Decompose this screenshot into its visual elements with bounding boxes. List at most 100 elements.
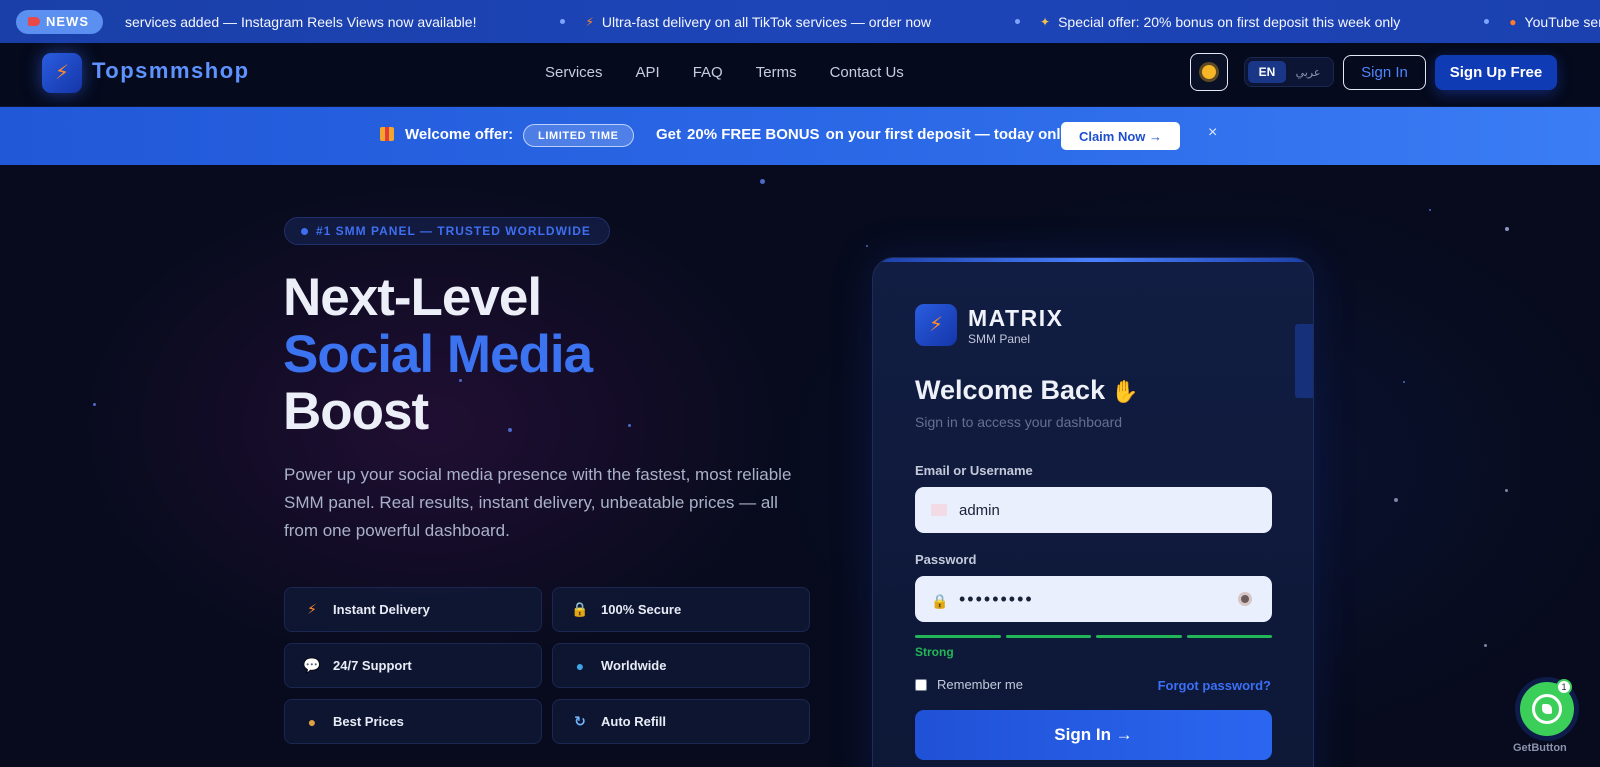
promo-lead: Welcome offer:: [405, 126, 514, 143]
star-decoration: [508, 428, 512, 432]
speech-bubble-icon: 💬: [303, 657, 321, 673]
login-submit-button[interactable]: Sign In →: [915, 710, 1272, 760]
ticker-item-text: Ultra-fast delivery on all TikTok servic…: [601, 13, 932, 30]
star-decoration: [628, 424, 631, 427]
user-icon: [931, 504, 947, 516]
signin-button[interactable]: Sign In: [1343, 55, 1426, 90]
hero-title-line1: Next-Level: [283, 268, 542, 327]
login-title-text: Welcome Back: [915, 375, 1106, 405]
feature-worldwide: ● Worldwide: [552, 643, 810, 688]
password-value: •••••••••: [959, 588, 1034, 609]
theme-toggle-button[interactable]: [1190, 53, 1228, 91]
star-decoration: [1505, 227, 1509, 231]
star-decoration: [93, 403, 96, 406]
email-field[interactable]: admin: [915, 487, 1272, 533]
promo-text-before: Get: [656, 126, 682, 143]
promo-banner: Welcome offer: LIMITED TIME Get 20% FREE …: [0, 107, 1600, 165]
nav-link-terms[interactable]: Terms: [756, 64, 797, 81]
refresh-icon: ↻: [574, 713, 586, 729]
sun-icon: [1202, 65, 1216, 79]
nav-link-services[interactable]: Services: [545, 64, 603, 81]
lock-icon: 🔒: [571, 601, 589, 617]
card-logo-mark: ⚡: [915, 304, 957, 346]
promo-text-after: on your first deposit — today only!: [825, 126, 1074, 143]
strength-segment: [915, 635, 1001, 638]
language-switcher: EN عربي: [1244, 57, 1334, 87]
promo-text: Get 20% FREE BONUS on your first deposit —…: [656, 126, 1074, 143]
card-edge-decoration: [1295, 324, 1313, 398]
hero-description: Power up your social media presence with…: [284, 465, 792, 540]
notification-badge: 1: [1556, 679, 1572, 695]
promo-highlight: 20% FREE BONUS: [687, 126, 820, 143]
star-decoration: [1403, 381, 1405, 383]
ticker-item-text: services added — Instagram Reels Views n…: [125, 13, 477, 30]
hero-badge-label: #1 SMM PANEL — TRUSTED WORLDWIDE: [316, 224, 591, 238]
fire-icon: ●: [1509, 14, 1517, 29]
feature-label: 100% Secure: [601, 602, 682, 617]
star-decoration: [1429, 209, 1431, 211]
news-badge-label: NEWS: [46, 14, 89, 29]
brand-name[interactable]: Topsmmshop: [92, 58, 250, 84]
feature-label: 24/7 Support: [333, 658, 412, 673]
star-decoration: [1484, 644, 1487, 647]
ticker-item: ⚡ Ultra-fast delivery on all TikTok serv…: [585, 14, 931, 30]
strength-segment: [1096, 635, 1182, 638]
eye-icon[interactable]: [1238, 592, 1252, 606]
nav-link-api[interactable]: API: [636, 64, 660, 81]
feature-support: 💬 24/7 Support: [284, 643, 542, 688]
lightning-icon: ⚡: [54, 62, 70, 84]
password-label: Password: [915, 552, 977, 567]
remember-label: Remember me: [937, 677, 1023, 692]
lock-icon: 🔒: [931, 593, 949, 609]
password-strength-label: Strong: [915, 645, 954, 659]
waving-hand-icon: ✋: [1111, 379, 1139, 404]
password-field[interactable]: 🔒 •••••••••: [915, 576, 1272, 622]
hero-section: #1 SMM PANEL — TRUSTED WORLDWIDE Next-Le…: [0, 165, 1600, 767]
getbutton-label[interactable]: GetButton: [1513, 742, 1567, 754]
badge-dot-icon: [301, 227, 308, 235]
ticker-separator: [1015, 19, 1021, 24]
hero-title-line3: Boost: [283, 382, 429, 441]
claim-now-button[interactable]: Claim Now →: [1061, 122, 1180, 150]
feature-secure: 🔒 100% Secure: [552, 587, 810, 632]
lightning-icon: ⚡: [928, 314, 944, 336]
card-brand-name: MATRIX: [968, 305, 1064, 331]
star-decoration: [1505, 489, 1508, 492]
lang-en-button[interactable]: EN: [1248, 61, 1286, 83]
close-icon[interactable]: ×: [1208, 124, 1217, 142]
feature-best-prices: ● Best Prices: [284, 699, 542, 744]
forgot-password-link[interactable]: Forgot password?: [1158, 678, 1271, 693]
email-value: admin: [959, 501, 1000, 519]
nav-links: Services API FAQ Terms Contact Us: [545, 64, 904, 81]
nav-link-contact[interactable]: Contact Us: [830, 64, 904, 81]
feature-label: Best Prices: [333, 714, 404, 729]
promo-pill: LIMITED TIME: [523, 124, 634, 147]
star-decoration: [1394, 498, 1398, 502]
star-decoration: [760, 179, 765, 184]
main-navbar: ⚡ Topsmmshop Services API FAQ Terms Cont…: [0, 43, 1600, 107]
strength-segment: [1186, 635, 1272, 638]
ticker-track: services added — Instagram Reels Views n…: [125, 14, 1600, 30]
star-decoration: [866, 245, 868, 247]
ticker-item-text: YouTube services: [1524, 13, 1600, 30]
money-bag-icon: ●: [307, 713, 317, 730]
login-subtitle: Sign in to access your dashboard: [915, 414, 1123, 430]
card-brand-sub: SMM Panel: [968, 332, 1031, 346]
feature-instant-delivery: ⚡ Instant Delivery: [284, 587, 542, 632]
party-icon: ✦: [1040, 14, 1051, 29]
ticker-item-text: Special offer: 20% bonus on first deposi…: [1058, 13, 1401, 30]
megaphone-icon: [28, 17, 40, 26]
password-strength-bar: [915, 635, 1272, 638]
ticker-separator: [1484, 19, 1490, 24]
lightning-icon: ⚡: [307, 601, 317, 617]
whatsapp-icon: [1532, 694, 1562, 724]
remember-me: Remember me: [915, 677, 1023, 692]
remember-checkbox[interactable]: [915, 678, 927, 691]
signup-button[interactable]: Sign Up Free: [1435, 55, 1557, 90]
lang-ar-button[interactable]: عربي: [1286, 66, 1330, 79]
news-ticker: NEWS services added — Instagram Reels Vi…: [0, 0, 1600, 43]
nav-link-faq[interactable]: FAQ: [693, 64, 723, 81]
login-title: Welcome Back ✋: [915, 375, 1139, 406]
ticker-separator: [560, 19, 566, 24]
logo-mark[interactable]: ⚡: [42, 53, 82, 93]
